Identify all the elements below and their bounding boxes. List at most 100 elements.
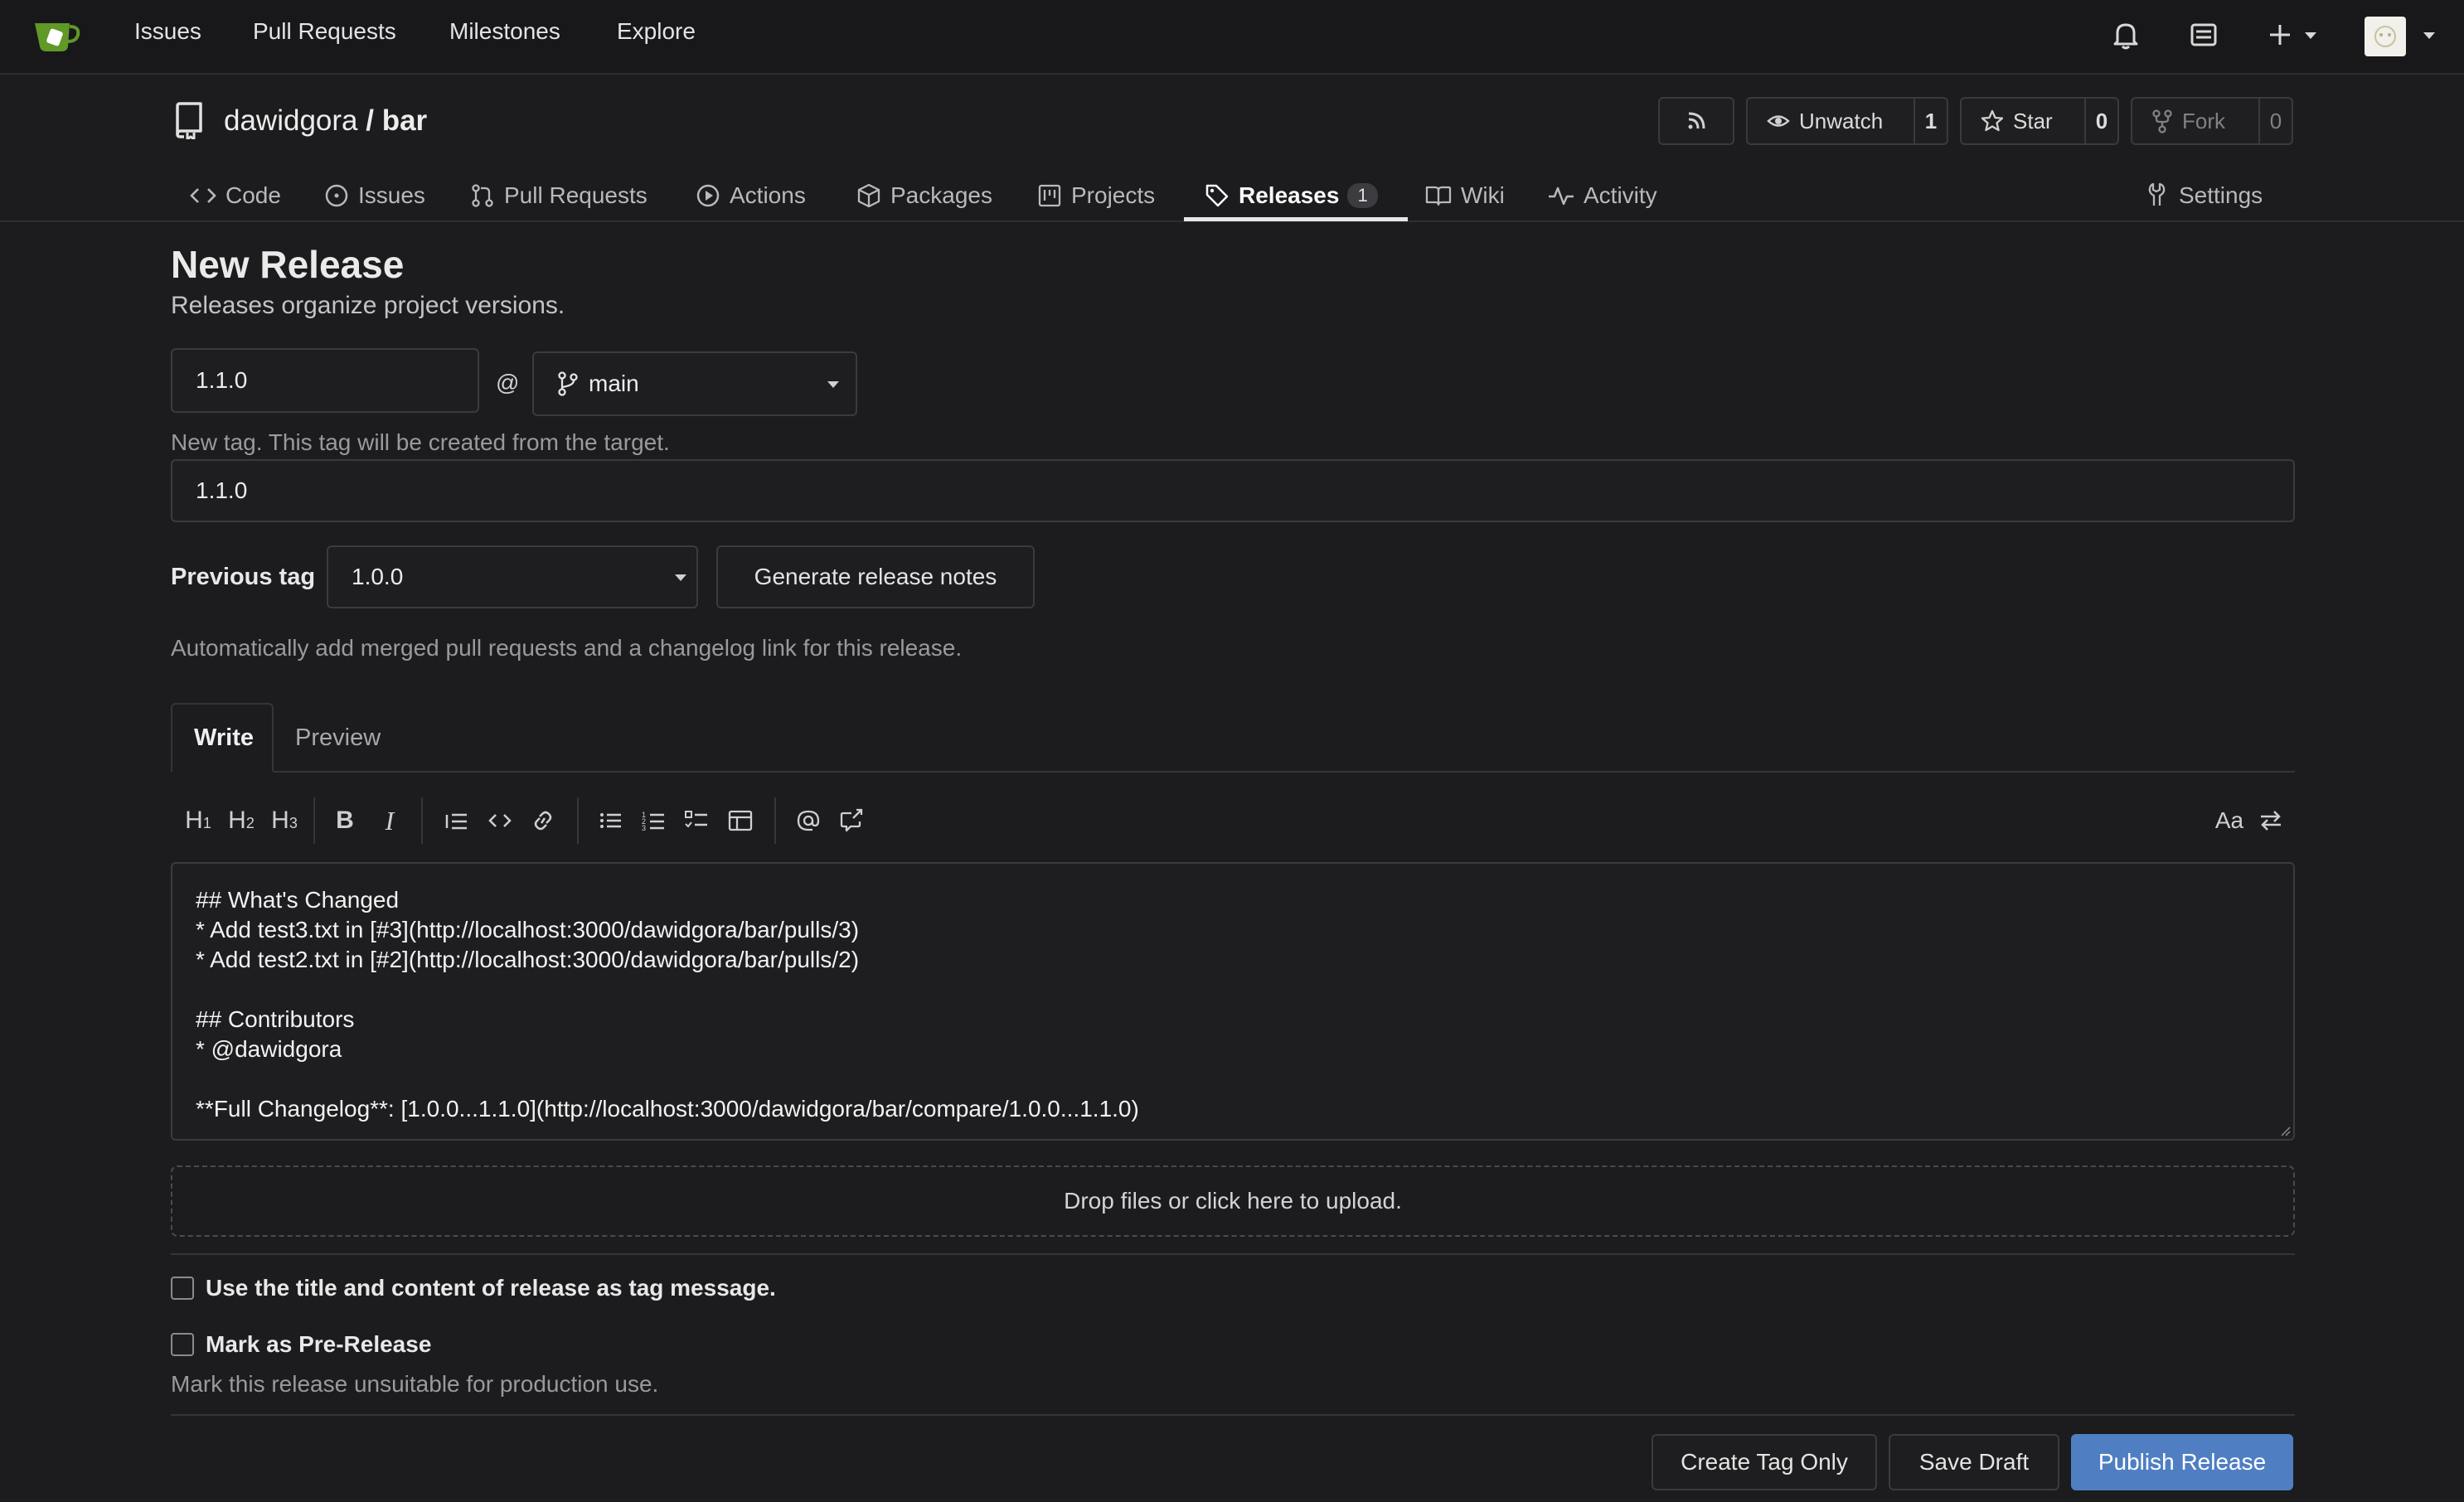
user-avatar[interactable] [2365,17,2406,56]
link-icon[interactable] [527,804,559,837]
at-symbol: @ [496,370,520,395]
tab-packages[interactable]: Packages [856,171,992,220]
heading-3-icon[interactable]: H3 [267,804,302,837]
repo-tab-bar: Code Issues Pull Requests Actions Packag… [0,157,2464,222]
toolbar-separator [313,797,315,844]
save-draft-button[interactable]: Save Draft [1889,1434,2059,1490]
previous-tag-chevron-down-icon [675,574,686,581]
active-tab-indicator [1184,217,1408,221]
code-icon[interactable] [484,804,516,837]
book-icon [1425,186,1452,206]
tab-preview[interactable]: Preview [274,703,402,773]
section-divider [171,1253,2295,1255]
cross-reference-icon[interactable] [836,804,867,837]
tab-releases[interactable]: Releases 1 [1204,171,1378,220]
tab-activity[interactable]: Activity [1547,171,1657,220]
gitea-logo-icon[interactable] [32,15,83,55]
tab-pull-requests-label: Pull Requests [504,182,648,208]
tab-issues-label: Issues [358,182,425,208]
section-divider [171,1414,2295,1416]
bold-icon[interactable]: B [330,804,360,837]
tag-hint: New tag. This tag will be created from t… [171,429,670,455]
nav-milestones[interactable]: Milestones [449,18,560,45]
repo-title: dawidgora / bar [224,104,427,138]
attachment-dropzone[interactable]: Drop files or click here to upload. [171,1165,2295,1237]
tab-settings[interactable]: Settings [2146,171,2263,220]
fork-count[interactable]: 0 [2258,99,2292,143]
heading-1-icon[interactable]: H1 [181,804,216,837]
previous-tag-label: Previous tag [171,564,316,590]
unwatch-button[interactable]: Unwatch 1 [1746,97,1948,145]
fork-label: Fork [2182,108,2225,133]
tab-actions[interactable]: Actions [695,171,806,220]
resize-handle-icon[interactable] [2278,1124,2292,1137]
dashboard-icon[interactable] [2185,17,2222,53]
editor-tabs-divider [171,771,2295,773]
rss-icon [1688,112,1705,129]
tab-projects-label: Projects [1071,182,1156,208]
repo-separator: / [366,104,374,137]
task-list-icon[interactable] [681,804,713,837]
italic-icon[interactable]: I [375,804,405,837]
star-count[interactable]: 0 [2084,99,2117,143]
tab-write[interactable]: Write [171,703,274,773]
nav-issues[interactable]: Issues [134,18,201,45]
create-tag-only-button[interactable]: Create Tag Only [1652,1434,1877,1490]
release-title-input[interactable]: 1.1.0 [171,459,2295,522]
branch-icon [558,371,578,396]
toolbar-separator [577,797,579,844]
star-icon [1981,109,2004,132]
repo-owner-link[interactable]: dawidgora [224,104,358,137]
create-new-plus-icon[interactable] [2263,17,2323,53]
prerelease-checkbox[interactable] [171,1333,194,1356]
rss-feed-button[interactable] [1658,97,1734,145]
tab-code-label: Code [226,182,281,208]
pull-request-icon [472,184,493,207]
tab-wiki[interactable]: Wiki [1424,171,1505,220]
tab-activity-label: Activity [1584,182,1657,208]
quote-icon[interactable] [441,804,473,837]
prerelease-label[interactable]: Mark as Pre-Release [206,1331,431,1358]
target-branch-dropdown[interactable]: main [532,351,857,416]
toolbar-separator [774,797,776,844]
toolbar-separator [421,797,423,844]
fork-icon [2152,109,2172,133]
tag-name-input[interactable]: 1.1.0 [171,348,479,413]
page-subtitle: Releases organize project versions. [171,292,565,319]
watch-count[interactable]: 1 [1913,99,1947,143]
tag-name-value: 1.1.0 [196,367,248,393]
star-button[interactable]: Star 0 [1960,97,2119,145]
tag-message-checkbox[interactable] [171,1277,194,1300]
tab-code[interactable]: Code [189,171,281,220]
tag-icon [1205,184,1229,207]
table-icon[interactable] [725,804,756,837]
tag-message-label[interactable]: Use the title and content of release as … [206,1275,776,1301]
tab-projects[interactable]: Projects [1036,171,1155,220]
nav-pull-requests[interactable]: Pull Requests [253,18,396,45]
nav-explore[interactable]: Explore [617,18,696,45]
issue-icon [325,184,348,207]
bell-icon[interactable] [2107,17,2144,53]
release-title-value: 1.1.0 [196,477,248,503]
previous-tag-dropdown[interactable]: 1.0.0 [327,545,698,608]
tab-issues[interactable]: Issues [323,171,425,220]
mention-icon[interactable] [793,804,824,837]
tab-settings-label: Settings [2179,182,2263,208]
avatar-chevron-down-icon[interactable] [2421,30,2437,41]
font-toggle-button[interactable]: Aa [2212,804,2247,837]
heading-2-icon[interactable]: H2 [224,804,259,837]
previous-tag-value: 1.0.0 [352,564,404,589]
generate-release-notes-button[interactable]: Generate release notes [716,545,1035,608]
fork-button[interactable]: Fork 0 [2131,97,2293,145]
release-notes-textarea[interactable]: ## What's Changed * Add test3.txt in [#3… [171,862,2295,1141]
switch-editor-icon[interactable] [2255,804,2287,837]
tab-pull-requests[interactable]: Pull Requests [469,171,648,220]
repo-name-link[interactable]: bar [382,104,427,137]
bulleted-list-icon[interactable] [595,804,627,837]
prerelease-hint: Mark this release unsuitable for product… [171,1371,659,1397]
publish-release-button[interactable]: Publish Release [2071,1434,2293,1490]
numbered-list-icon[interactable]: 123 [638,804,670,837]
project-board-icon [1038,184,1061,207]
tab-releases-label: Releases [1239,182,1340,208]
code-icon [190,188,216,203]
